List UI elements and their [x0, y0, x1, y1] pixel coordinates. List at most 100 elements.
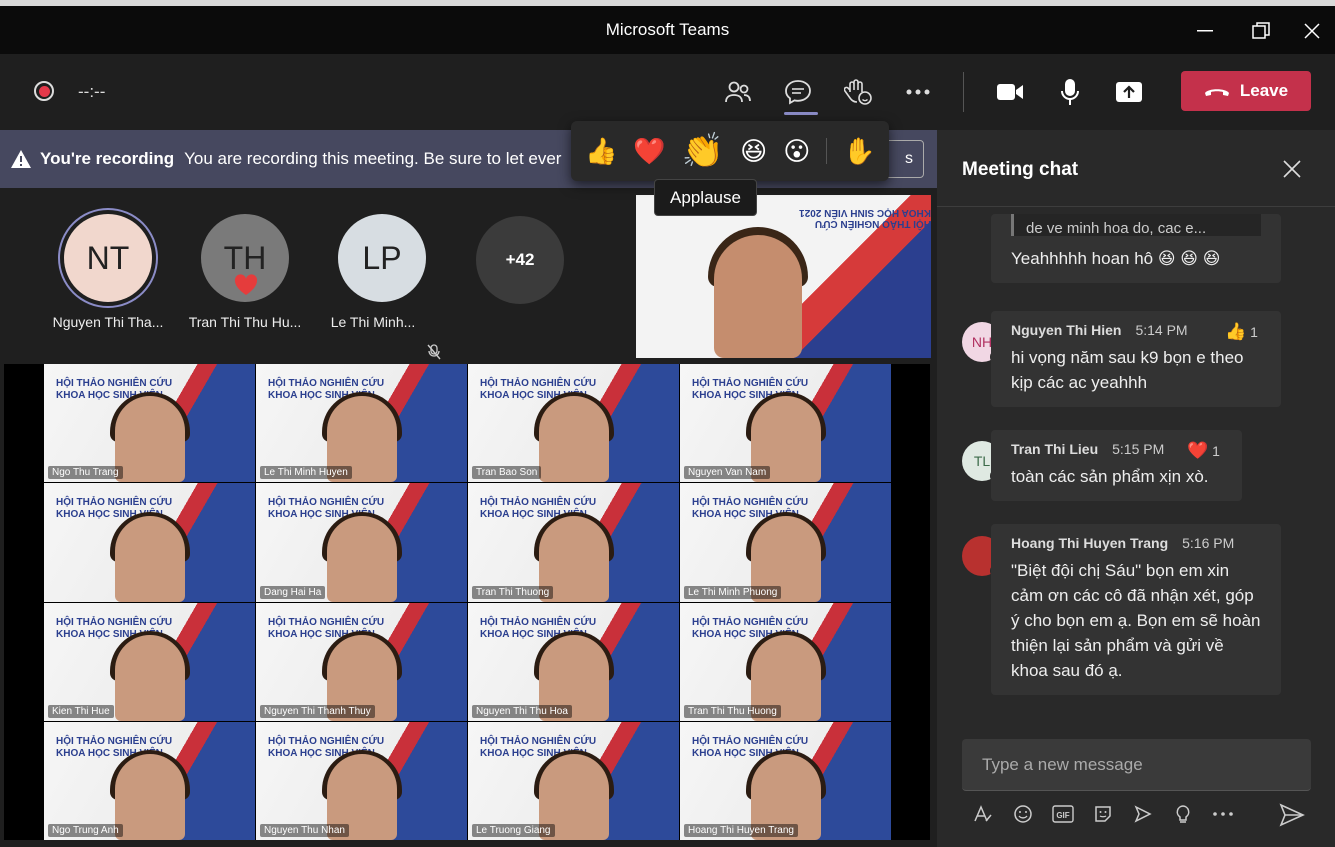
- chat-active-indicator: [784, 112, 818, 115]
- emoji-icon[interactable]: [1010, 800, 1036, 828]
- format-icon[interactable]: [970, 800, 996, 828]
- close-chat-icon[interactable]: [1281, 158, 1303, 180]
- participant-tile-2[interactable]: TH Tran Thi Thu Hu...: [180, 214, 310, 330]
- heart-reaction-button[interactable]: ❤️: [633, 136, 665, 167]
- video-tile[interactable]: HỘI THẢO NGHIÊN CỨU KHOA HỌC SINH VIÊNNg…: [44, 721, 255, 840]
- participant-name: Le Thi Minh...: [330, 314, 416, 330]
- more-icon: [906, 89, 930, 95]
- warning-icon: [11, 150, 31, 168]
- message-time: 5:15 PM: [1112, 441, 1165, 457]
- video-tile[interactable]: HỘI THẢO NGHIÊN CỨU KHOA HỌC SINH VIÊNTr…: [468, 364, 679, 483]
- recording-indicator-icon: [34, 81, 54, 101]
- tile-name-label: Tran Bao Son: [472, 466, 542, 480]
- chat-divider: [937, 206, 1335, 207]
- compose-toolbar: GIF: [970, 800, 1236, 828]
- chat-message[interactable]: Tran Thi Lieu 5:15 PM toàn các sản phẩm x…: [991, 430, 1242, 501]
- video-tile[interactable]: HỘI THẢO NGHIÊN CỨU KHOA HỌC SINH VIÊN: [44, 483, 255, 602]
- laugh-reaction-button[interactable]: 😆: [740, 136, 767, 167]
- message-meta: Nguyen Thi Hien 5:14 PM: [1011, 321, 1261, 339]
- message-reaction[interactable]: ❤️ 1: [1187, 438, 1220, 464]
- send-icon[interactable]: [1279, 802, 1305, 828]
- avatar: NT: [64, 214, 152, 302]
- camera-icon: [997, 84, 1023, 100]
- raise-hand-smile-icon: [844, 79, 872, 105]
- participant-video: [114, 754, 185, 840]
- tile-name-label: Hoang Thi Huyen Trang: [684, 824, 798, 837]
- raise-hand-button[interactable]: ✋: [843, 136, 875, 167]
- chat-button[interactable]: [778, 74, 818, 110]
- share-tray-icon: [1116, 82, 1142, 102]
- tile-name-label: Le Thi Minh Phuong: [684, 585, 782, 599]
- tile-name-label: Tran Thi Thu Huong: [684, 704, 781, 718]
- self-video-person: [714, 235, 802, 358]
- sticker-icon[interactable]: [1090, 800, 1116, 828]
- tile-name-label: Nguyen Thi Thu Hoa: [472, 704, 572, 718]
- message-meta: Hoang Thi Huyen Trang 5:16 PM: [1011, 534, 1261, 552]
- chat-message[interactable]: Hoang Thi Huyen Trang 5:16 PM "Biệt đội c…: [991, 524, 1281, 695]
- message-time: 5:14 PM: [1135, 322, 1188, 338]
- surprised-reaction-button[interactable]: 😮: [783, 136, 810, 167]
- video-tile[interactable]: HỘI THẢO NGHIÊN CỨU KHOA HỌC SINH VIÊNNg…: [44, 364, 255, 483]
- meet-now-icon[interactable]: [1130, 800, 1156, 828]
- video-tile[interactable]: HỘI THẢO NGHIÊN CỨU KHOA HỌC SINH VIÊNNg…: [256, 602, 467, 721]
- video-tile[interactable]: HỘI THẢO NGHIÊN CỨU KHOA HỌC SINH VIÊNLe…: [256, 364, 467, 483]
- title-bar: Microsoft Teams: [0, 0, 1335, 54]
- applause-reaction-button[interactable]: 👏: [682, 131, 724, 171]
- tile-name-label: Ngo Trung Anh: [48, 824, 123, 837]
- svg-text:GIF: GIF: [1056, 811, 1069, 820]
- tile-name-label: Nguyen Thi Thanh Thuy: [260, 704, 375, 718]
- participant-video: [114, 515, 185, 602]
- restore-button[interactable]: [1238, 16, 1284, 46]
- message-reaction[interactable]: 👍 1: [1225, 319, 1258, 345]
- chat-message[interactable]: de ve minh hoa do, cac e... Yeahhhhh hoa…: [991, 214, 1281, 283]
- more-options-icon[interactable]: [1210, 800, 1236, 828]
- chat-message[interactable]: Nguyen Thi Hien 5:14 PM hi vọng năm sau k…: [991, 311, 1281, 407]
- mic-button[interactable]: [1050, 74, 1090, 110]
- participant-tile-1[interactable]: NT Nguyen Thi Tha...: [43, 214, 173, 330]
- video-tile[interactable]: HỘI THẢO NGHIÊN CỨU KHOA HỌC SINH VIÊNLe…: [680, 483, 891, 602]
- like-reaction-button[interactable]: 👍: [585, 136, 617, 167]
- reactions-divider: [826, 138, 828, 164]
- video-tile[interactable]: HỘI THẢO NGHIÊN CỨU KHOA HỌC SINH VIÊNLe…: [468, 721, 679, 840]
- more-actions-button[interactable]: [898, 74, 938, 110]
- avatar: TH: [201, 214, 289, 302]
- message-author: Tran Thi Lieu: [1011, 441, 1099, 457]
- mic-off-icon: [427, 344, 441, 360]
- message-text: toàn các sản phẩm xịn xò.: [1011, 467, 1209, 486]
- video-tile[interactable]: HỘI THẢO NGHIÊN CỨU KHOA HỌC SINH VIÊNKi…: [44, 602, 255, 721]
- leave-button[interactable]: Leave: [1181, 71, 1311, 111]
- tile-name-label: Nguyen Van Nam: [684, 466, 771, 480]
- message-input[interactable]: Type a new message: [962, 739, 1311, 791]
- video-tile[interactable]: HỘI THẢO NGHIÊN CỨU KHOA HỌC SINH VIÊNTr…: [468, 483, 679, 602]
- heart-reaction-icon: [234, 274, 258, 295]
- tile-name-label: Nguyen Thu Nhan: [260, 824, 349, 837]
- video-tile[interactable]: HỘI THẢO NGHIÊN CỨU KHOA HỌC SINH VIÊNDa…: [256, 483, 467, 602]
- video-tile[interactable]: HỘI THẢO NGHIÊN CỨU KHOA HỌC SINH VIÊNNg…: [680, 364, 891, 483]
- leave-label: Leave: [1239, 81, 1289, 100]
- chat-icon: [785, 80, 811, 105]
- applause-tooltip: Applause: [654, 179, 757, 216]
- video-tile[interactable]: HỘI THẢO NGHIÊN CỨU KHOA HỌC SINH VIÊNTr…: [680, 602, 891, 721]
- share-screen-button[interactable]: [1109, 74, 1149, 110]
- more-participants-button[interactable]: +42: [476, 216, 564, 304]
- participants-button[interactable]: [718, 74, 758, 110]
- participant-video: [326, 515, 397, 602]
- close-window-button[interactable]: [1289, 16, 1335, 46]
- tile-name-label: Ngo Thu Trang: [48, 466, 123, 480]
- tile-name-label: Le Thi Minh Huyen: [260, 466, 352, 480]
- toolbar-divider: [963, 72, 964, 112]
- self-video: HỘI THẢO NGHIÊN CỨU KHOA HỌC SINH VIÊN 2…: [636, 195, 931, 358]
- camera-button[interactable]: [990, 74, 1030, 110]
- tile-name-label: Tran Thi Thuong: [472, 585, 554, 599]
- message-text: hi vọng năm sau k9 bọn e theo kịp các ac…: [1011, 348, 1244, 392]
- video-tile[interactable]: HỘI THẢO NGHIÊN CỨU KHOA HỌC SINH VIÊNNg…: [256, 721, 467, 840]
- video-tile[interactable]: HỘI THẢO NGHIÊN CỨU KHOA HỌC SINH VIÊNHo…: [680, 721, 891, 840]
- gif-icon[interactable]: GIF: [1050, 800, 1076, 828]
- video-tile[interactable]: HỘI THẢO NGHIÊN CỨU KHOA HỌC SINH VIÊNNg…: [468, 602, 679, 721]
- participant-tile-3[interactable]: LP Le Thi Minh...: [317, 214, 447, 360]
- participant-video: [114, 634, 185, 721]
- participant-name: Tran Thi Thu Hu...: [188, 314, 302, 330]
- reactions-button[interactable]: [838, 74, 878, 110]
- minimize-button[interactable]: [1182, 16, 1228, 46]
- praise-icon[interactable]: [1170, 800, 1196, 828]
